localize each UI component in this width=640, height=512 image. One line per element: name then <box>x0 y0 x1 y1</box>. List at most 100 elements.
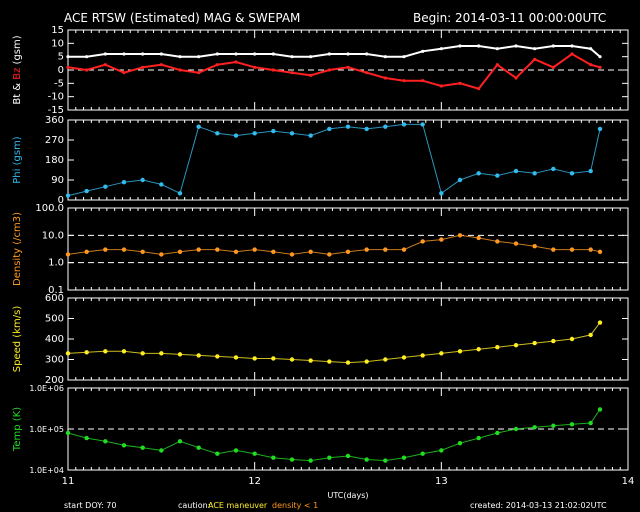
data-point-bt-2 <box>103 52 107 56</box>
data-point-bt-18 <box>402 55 406 59</box>
data-point-bz-24 <box>514 76 518 80</box>
y-axis-label-part-1: & <box>12 80 23 94</box>
y-tick-label-mag-5: 10 <box>51 38 64 49</box>
data-point-bt-15 <box>346 52 350 56</box>
data-point-bz-8 <box>215 63 219 67</box>
y-tick-label-density-1: 1.0 <box>48 258 64 269</box>
data-point-bz-26 <box>551 65 555 69</box>
data-point-bt-8 <box>215 52 219 56</box>
data-point-bt-13 <box>309 55 313 59</box>
data-point-bz-5 <box>159 63 163 67</box>
data-point-bz-7 <box>197 71 201 75</box>
data-point-bz-11 <box>271 68 275 72</box>
caution-label: caution: <box>178 501 210 510</box>
data-point-bz-13 <box>309 73 313 77</box>
caution-maneuver: ACE maneuver <box>208 501 268 510</box>
data-point-bt-27 <box>570 44 574 48</box>
y-tick-label-phi-4: 360 <box>45 115 64 126</box>
data-point-bt-3 <box>122 52 126 56</box>
data-point-bz-4 <box>141 65 145 69</box>
data-point-bt-20 <box>439 47 443 51</box>
x-axis-label: UTC(days) <box>328 491 369 500</box>
y-axis-label-phi: Phi (gsm) <box>12 136 23 184</box>
y-axis-label-temp: Temp (K) <box>12 407 23 452</box>
data-point-bt-16 <box>365 52 369 56</box>
data-point-bz-22 <box>477 87 481 91</box>
data-point-bt-7 <box>197 55 201 59</box>
y-axis-label-density: Density (/cm3) <box>12 212 23 286</box>
data-point-bz-28 <box>589 63 593 67</box>
data-point-bz-1 <box>85 68 89 72</box>
data-point-bt-9 <box>234 52 238 56</box>
data-point-bt-24 <box>514 44 518 48</box>
solar-wind-chart: ACE RTSW (Estimated) MAG & SWEPAM Begin:… <box>0 0 640 512</box>
y-tick-label-temp-1: 1.0E+05 <box>29 425 64 434</box>
data-point-bz-12 <box>290 71 294 75</box>
y-tick-label-mag-6: 15 <box>51 25 64 36</box>
data-point-bt-23 <box>495 47 499 51</box>
y-tick-label-density-3: 100.0 <box>35 203 64 214</box>
data-point-bt-28 <box>589 47 593 51</box>
data-point-bt-19 <box>421 49 425 53</box>
data-point-bt-0 <box>66 55 70 59</box>
chart-title: ACE RTSW (Estimated) MAG & SWEPAM <box>64 11 300 25</box>
data-point-bt-10 <box>253 52 257 56</box>
start-doy: start DOY: 70 <box>64 501 116 510</box>
data-point-bt-12 <box>290 55 294 59</box>
y-tick-label-mag-3: 0 <box>58 65 64 76</box>
data-point-bz-14 <box>327 68 331 72</box>
data-point-bz-17 <box>383 76 387 80</box>
y-tick-label-phi-2: 180 <box>45 155 64 166</box>
begin-time: Begin: 2014-03-11 00:00:00UTC <box>413 11 606 25</box>
data-point-bz-25 <box>533 57 537 61</box>
y-axis-label-mag: Bt & Bz (gsm) <box>12 35 23 104</box>
chart-background <box>0 0 640 512</box>
data-point-bt-6 <box>178 55 182 59</box>
y-tick-label-phi-3: 270 <box>45 135 64 146</box>
data-point-bt-26 <box>551 44 555 48</box>
y-tick-label-speed-2: 400 <box>45 334 64 345</box>
x-tick-label-1: 12 <box>248 476 261 487</box>
y-axis-label-part-0: Bt <box>12 94 23 105</box>
data-point-bz-18 <box>402 79 406 83</box>
data-point-bt-22 <box>477 44 481 48</box>
data-point-bz-23 <box>495 63 499 67</box>
y-tick-label-temp-2: 1.0E+06 <box>29 384 64 393</box>
y-tick-label-mag-2: -5 <box>54 78 64 89</box>
y-tick-label-mag-4: 5 <box>58 52 64 63</box>
data-point-bz-16 <box>365 71 369 75</box>
data-point-bz-10 <box>253 65 257 69</box>
data-point-bz-2 <box>103 63 107 67</box>
data-point-bt-1 <box>85 55 89 59</box>
data-point-bt-29 <box>598 55 602 59</box>
y-tick-label-speed-4: 600 <box>45 293 64 304</box>
data-point-bz-15 <box>346 65 350 69</box>
y-tick-label-speed-3: 500 <box>45 314 64 325</box>
data-point-bz-6 <box>178 68 182 72</box>
data-point-bt-14 <box>327 52 331 56</box>
y-tick-label-phi-1: 90 <box>51 175 64 186</box>
data-point-bt-25 <box>533 47 537 51</box>
data-point-bt-5 <box>159 52 163 56</box>
y-tick-label-density-2: 10.0 <box>42 230 64 241</box>
data-point-bz-20 <box>439 84 443 88</box>
y-tick-label-temp-0: 1.0E+04 <box>29 466 64 475</box>
data-point-bz-3 <box>122 71 126 75</box>
x-tick-label-0: 11 <box>62 476 75 487</box>
data-point-bz-27 <box>570 52 574 56</box>
data-point-bz-29 <box>598 65 602 69</box>
data-point-bt-21 <box>458 44 462 48</box>
data-point-bz-21 <box>458 81 462 85</box>
data-point-bz-19 <box>421 79 425 83</box>
data-point-bt-17 <box>383 55 387 59</box>
y-axis-label-part-3: (gsm) <box>12 35 23 67</box>
created-time: created: 2014-03-13 21:02:02UTC <box>470 501 607 510</box>
data-point-bz-0 <box>66 65 70 69</box>
y-axis-label-speed: Speed (km/s) <box>12 306 23 373</box>
data-point-bz-9 <box>234 60 238 64</box>
data-point-bt-4 <box>141 52 145 56</box>
data-point-bt-11 <box>271 52 275 56</box>
y-tick-label-speed-1: 300 <box>45 355 64 366</box>
y-tick-label-mag-1: -10 <box>48 92 64 103</box>
caution-density: density < 1 <box>272 501 318 510</box>
